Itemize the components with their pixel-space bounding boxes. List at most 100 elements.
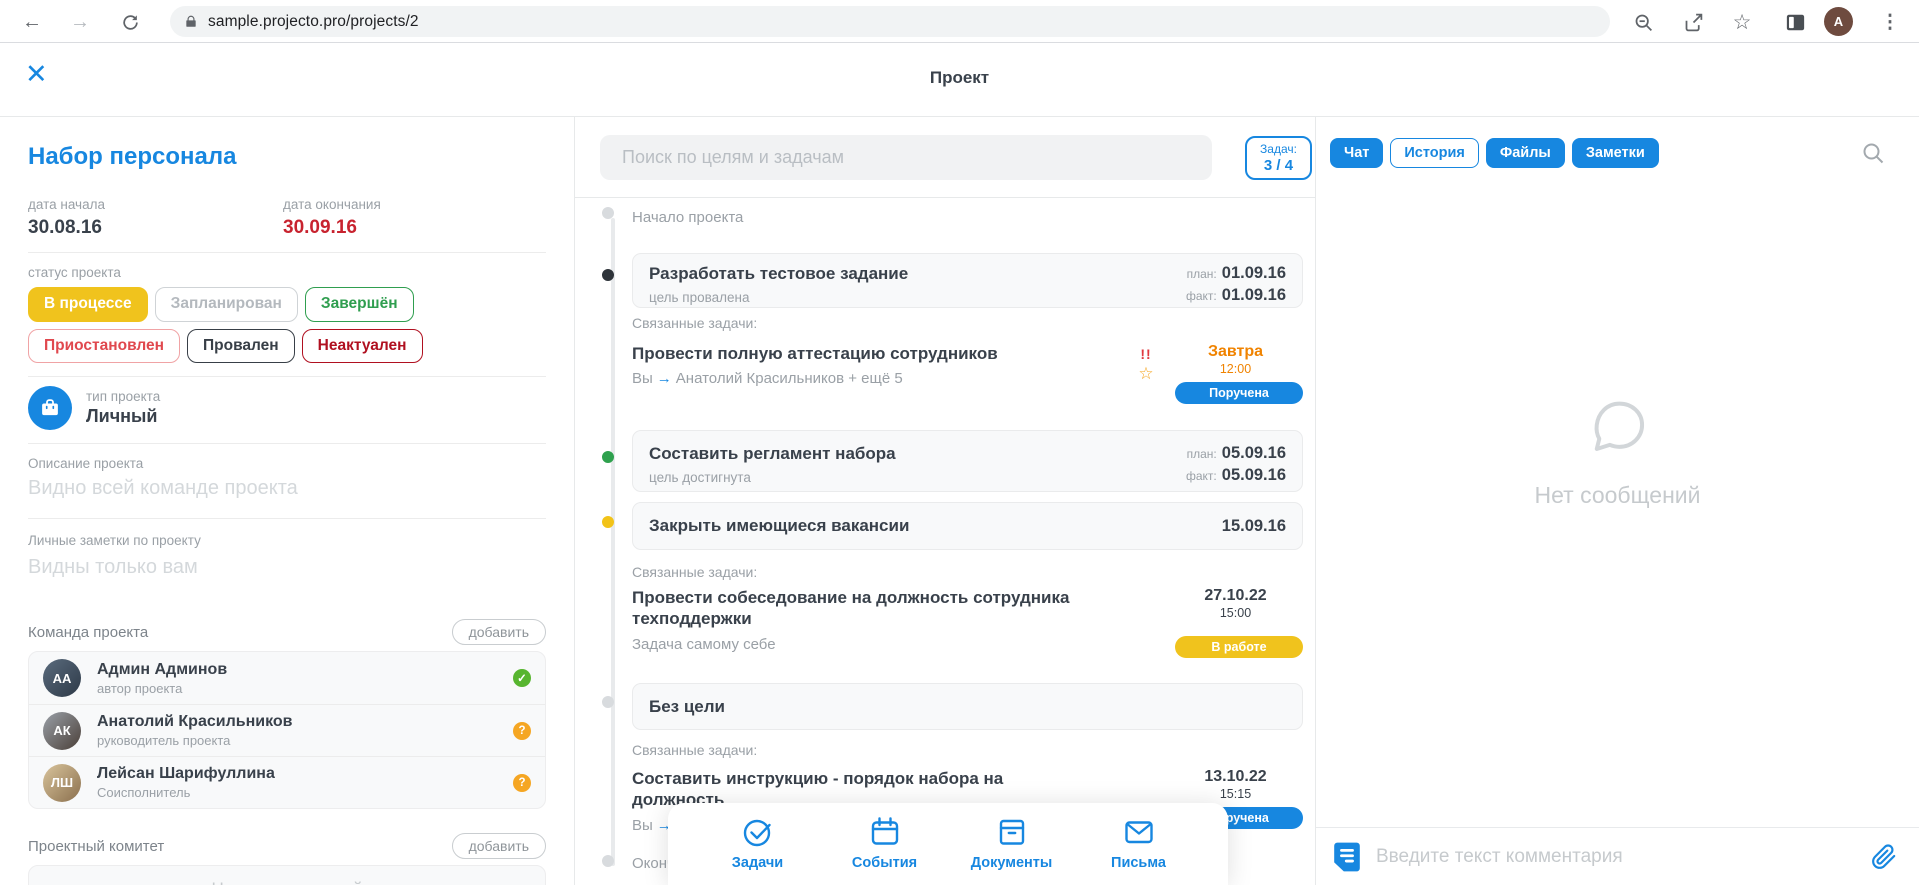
browser-menu-icon[interactable]: ⋮ [1877,9,1903,35]
side-panel-icon[interactable] [1782,9,1808,35]
tasks-counter[interactable]: Задач: 3 / 4 [1245,136,1312,180]
fact-date: 01.09.16 [1222,286,1286,305]
status-failed[interactable]: Провален [187,329,295,364]
status-in-progress[interactable]: В процессе [28,287,148,322]
toolbar-label: Задачи [732,855,783,871]
toolbar-label: Документы [971,855,1053,871]
calendar-icon [867,814,903,850]
status-completed[interactable]: Завершён [305,287,414,322]
share-icon[interactable] [1680,9,1706,35]
member-role: автор проекта [97,681,513,696]
comment-input[interactable] [1376,846,1857,868]
task-title: Провести собеседование на должность сотр… [632,587,1115,630]
goal-date: 15.09.16 [1222,517,1286,536]
toolbar-mail[interactable]: Письма [1075,814,1202,885]
tasks-counter-value: 3 / 4 [1247,157,1310,174]
start-date-value[interactable]: 30.08.16 [28,217,283,239]
template-note-icon[interactable] [1332,841,1362,873]
related-tasks-label: Связанные задачи: [632,564,757,580]
reload-icon [121,13,140,32]
url-bar[interactable]: sample.projecto.pro/projects/2 [170,6,1610,37]
toolbar-label: Письма [1111,855,1166,871]
browser-forward-icon[interactable]: → [66,8,94,36]
status-paused[interactable]: Приостановлен [28,329,180,364]
browser-reload-icon[interactable] [116,8,144,36]
member-name: Анатолий Красильников [97,713,513,731]
goal-card[interactable]: Составить регламент набора цель достигну… [632,430,1303,492]
team-member-row[interactable]: АА Админ Админов автор проекта ✓ [29,652,545,704]
plan-label: план: [1187,447,1217,461]
task-due-time: 15:00 [1168,606,1303,620]
add-team-member-button[interactable]: добавить [452,619,546,645]
bottom-toolbar: Задачи События Документы Письма [668,803,1228,885]
task-assignees: Вы→Анатолий Красильников + ещё 5 [632,370,1116,387]
priority-icon: !! [1124,346,1168,362]
goal-marker-failed [602,269,614,281]
avatar: АА [43,659,81,697]
task-due-date: Завтра [1168,343,1303,361]
goal-card[interactable]: Без цели [632,683,1303,730]
fact-date: 05.09.16 [1222,466,1286,485]
plan-date: 05.09.16 [1222,444,1286,463]
divider [575,197,1316,198]
tab-files[interactable]: Файлы [1486,138,1565,168]
goal-card[interactable]: Закрыть имеющиеся вакансии 15.09.16 [632,502,1303,550]
end-date-value[interactable]: 30.09.16 [283,217,538,239]
task-row[interactable]: Провести собеседование на должность сотр… [632,587,1303,658]
tab-notes[interactable]: Заметки [1572,138,1659,168]
team-list: АА Админ Админов автор проекта ✓ АК Анат… [28,651,546,809]
toolbar-documents[interactable]: Документы [948,814,1075,885]
goal-marker-achieved [602,451,614,463]
toolbar-label: События [852,855,917,871]
goal-card[interactable]: Разработать тестовое задание цель провал… [632,253,1303,308]
task-row[interactable]: Провести полную аттестацию сотрудников В… [632,343,1303,404]
attachment-paperclip-icon[interactable] [1871,844,1897,870]
divider [28,252,546,253]
status-planned[interactable]: Запланирован [155,287,298,322]
team-member-row[interactable]: АК Анатолий Красильников руководитель пр… [29,704,545,756]
member-name: Админ Админов [97,661,513,679]
goal-status: цель провалена [649,290,908,305]
zoom-out-icon[interactable] [1630,9,1656,35]
panel-tabs: Чат История Файлы Заметки [1330,138,1659,168]
related-tasks-label: Связанные задачи: [632,742,757,758]
project-type-value: Личный [86,406,160,427]
team-member-row[interactable]: ЛШ Лейсан Шарифуллина Соисполнитель ? [29,756,545,808]
task-due-time: 12:00 [1168,362,1303,376]
goals-tasks-panel: Задач: 3 / 4 Начало проекта Разработать … [575,117,1316,885]
goal-status: цель достигнута [649,470,896,485]
member-role: Соисполнитель [97,785,513,800]
plan-label: план: [1187,267,1217,281]
project-type-row[interactable]: тип проекта Личный [28,386,546,430]
add-committee-member-button[interactable]: добавить [452,833,546,859]
task-title: Провести полную аттестацию сотрудников [632,343,1116,364]
favorite-star-icon[interactable]: ☆ [1124,364,1168,384]
bookmark-star-icon[interactable]: ☆ [1729,9,1755,35]
toolbar-tasks[interactable]: Задачи [694,814,821,885]
goals-search-input[interactable] [600,135,1212,180]
toolbar-events[interactable]: События [821,814,948,885]
chat-bubble-icon [1584,393,1652,461]
project-type-label: тип проекта [86,389,160,404]
tab-chat[interactable]: Чат [1330,138,1383,168]
project-title[interactable]: Набор персонала [28,143,546,171]
goal-title: Закрыть имеющиеся вакансии [649,516,909,536]
plan-date: 01.09.16 [1222,264,1286,283]
chat-search-icon[interactable] [1861,141,1885,170]
related-tasks-label: Связанные задачи: [632,315,757,331]
pending-question-icon: ? [513,774,531,792]
browser-back-icon[interactable]: ← [18,8,46,36]
status-irrelevant[interactable]: Неактуален [302,329,423,364]
project-details-panel: Набор персонала дата начала 30.08.16 дат… [0,117,575,885]
url-text: sample.projecto.pro/projects/2 [208,13,419,31]
notes-field[interactable]: Видны только вам [28,556,546,579]
goal-marker-active [602,516,614,528]
timeline-line [611,218,615,866]
committee-empty-state: Нет пользователей [28,865,546,885]
description-field[interactable]: Видно всей команде проекта [28,477,546,500]
tab-history[interactable]: История [1390,138,1479,168]
comment-composer [1316,827,1919,885]
browser-avatar[interactable]: A [1824,7,1853,36]
task-assignees: Задача самому себе [632,636,1116,653]
goal-title: Разработать тестовое задание [649,264,908,284]
